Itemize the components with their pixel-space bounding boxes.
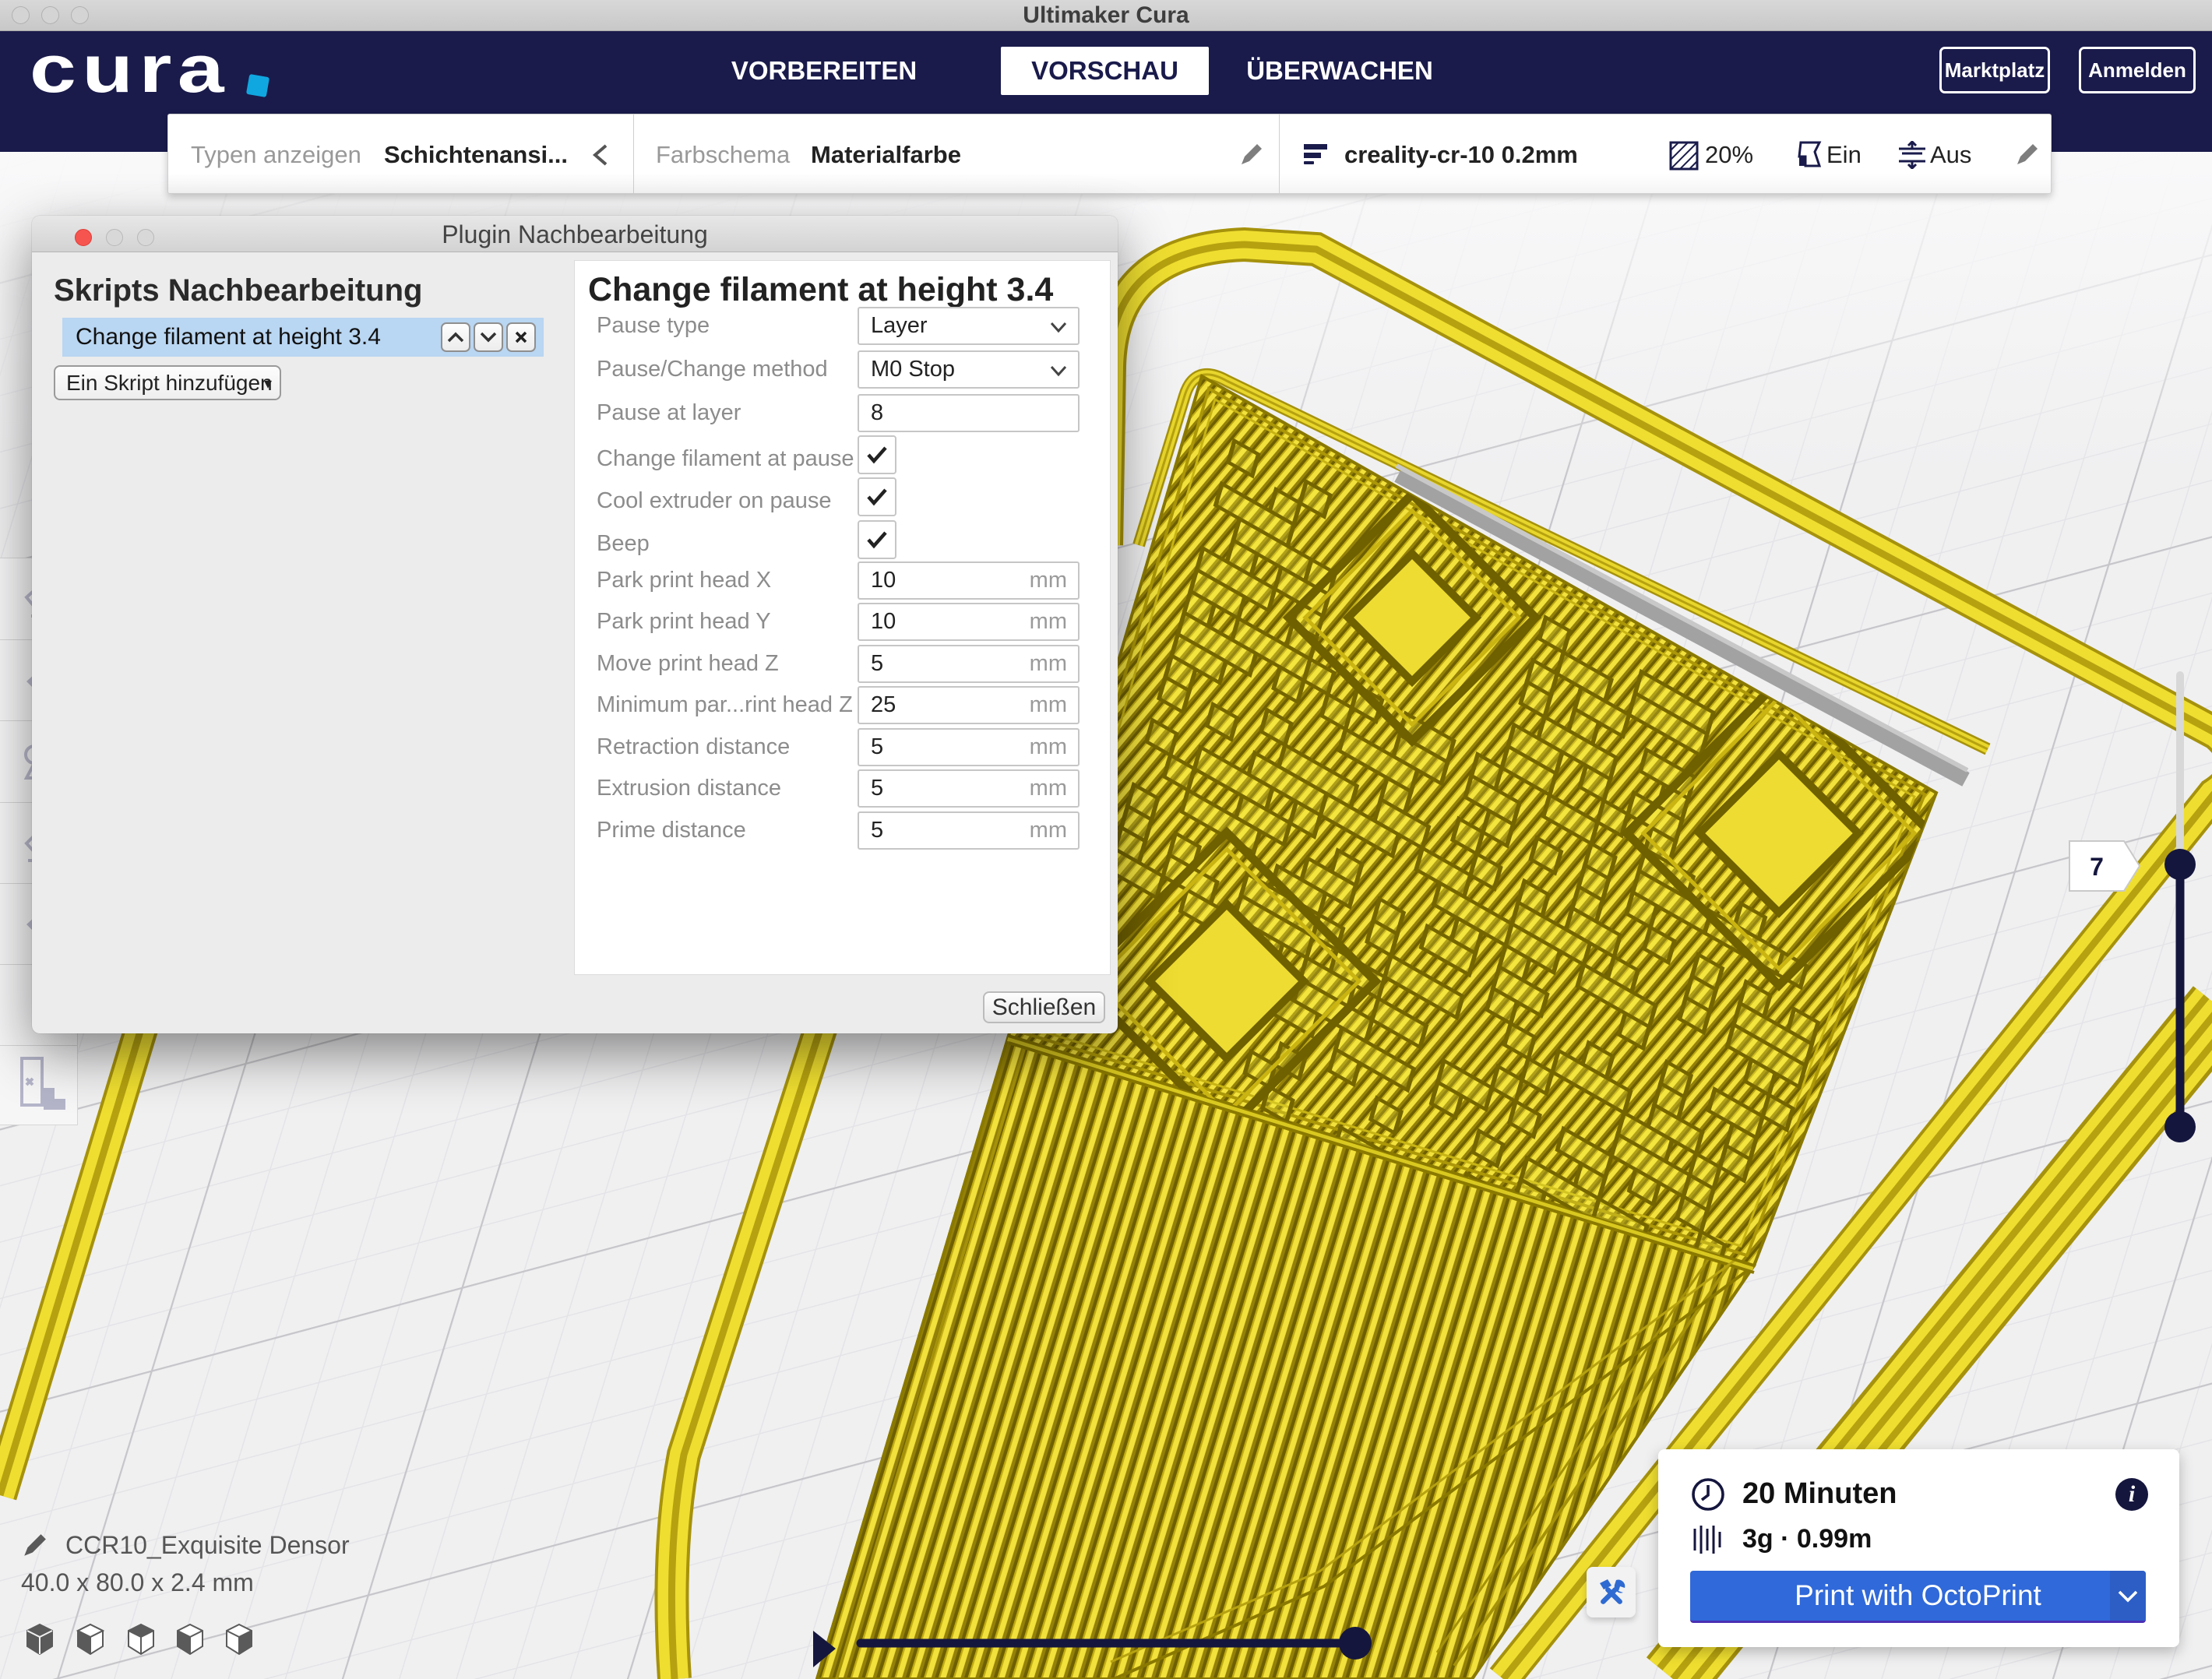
- svg-text:7: 7: [2090, 853, 2104, 881]
